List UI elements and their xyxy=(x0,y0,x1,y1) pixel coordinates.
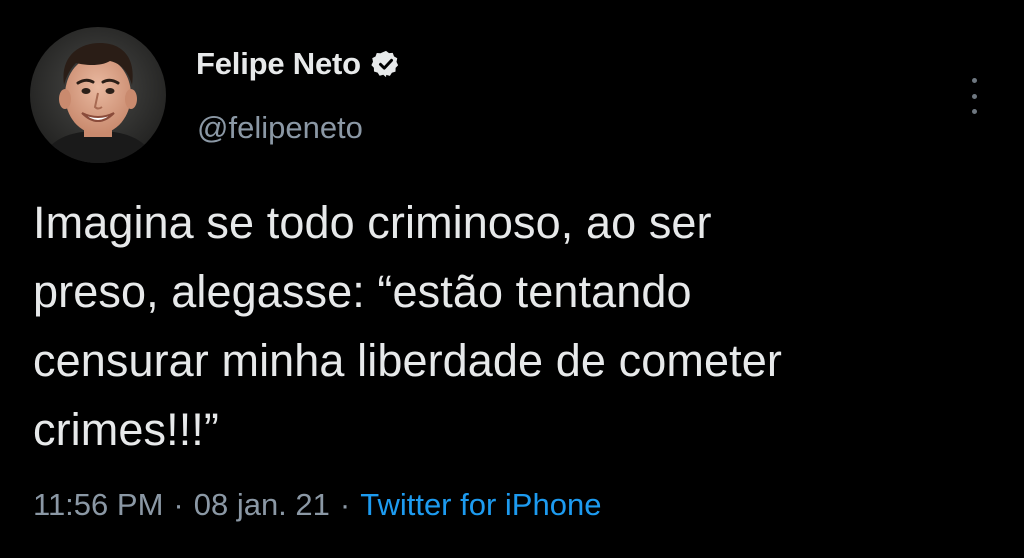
tweet-date[interactable]: 08 jan. 21 xyxy=(194,487,330,523)
meta-separator: · xyxy=(173,487,184,522)
tweet-text: Imagina se todo criminoso, ao ser preso,… xyxy=(33,188,993,464)
tweet-text-line: censurar minha liberdade de cometer xyxy=(33,335,782,386)
tweet-source-link[interactable]: Twitter for iPhone xyxy=(360,487,601,523)
tweet-time[interactable]: 11:56 PM xyxy=(33,487,163,523)
more-vertical-icon xyxy=(971,78,977,83)
author-handle[interactable]: @felipeneto xyxy=(197,110,363,146)
more-options-button[interactable] xyxy=(960,78,988,114)
tweet-text-line: preso, alegasse: “estão tentando xyxy=(33,266,692,317)
more-vertical-icon-dot xyxy=(971,93,977,99)
avatar[interactable] xyxy=(30,27,166,163)
tweet-meta: 11:56 PM · 08 jan. 21 · Twitter for iPho… xyxy=(33,481,601,529)
tweet-text-line: crimes!!!” xyxy=(33,404,219,455)
tweet-card: Felipe Neto @felipeneto Imagina se todo … xyxy=(0,0,1024,558)
tweet-text-line: Imagina se todo criminoso, ao ser xyxy=(33,197,712,248)
more-vertical-icon-dot xyxy=(971,109,977,114)
display-name[interactable]: Felipe Neto xyxy=(196,46,361,82)
profile-photo-icon xyxy=(30,27,166,163)
verified-badge-icon xyxy=(371,49,401,79)
author-row: Felipe Neto xyxy=(196,44,401,84)
meta-separator: · xyxy=(339,487,351,522)
